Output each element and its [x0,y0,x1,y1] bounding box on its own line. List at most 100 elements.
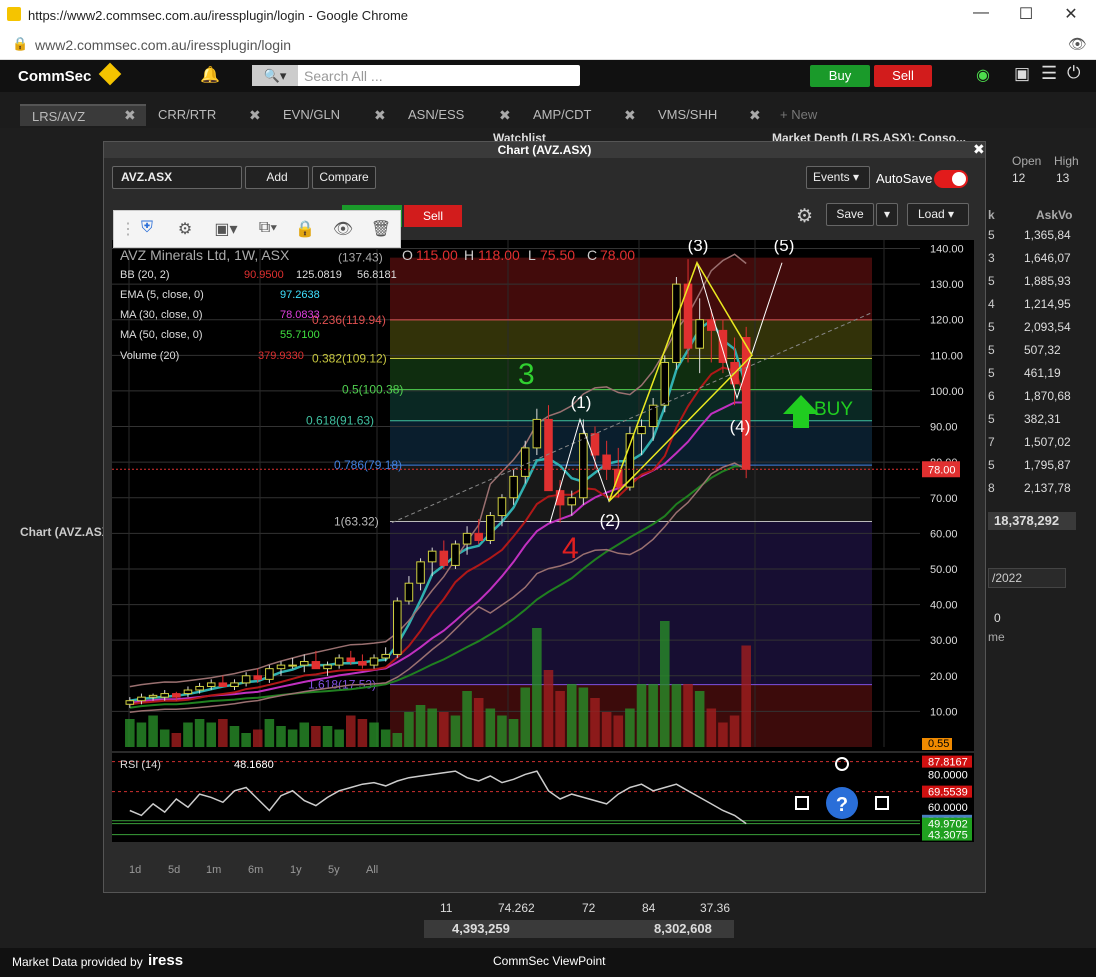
save-button[interactable]: Save [826,203,874,226]
candle-body [590,433,600,456]
volume-bar [613,715,624,747]
events-dropdown[interactable]: Events ▾ [806,166,870,189]
depth-count: 5 [988,320,995,334]
search-box[interactable]: 🔍▾ Search All ... [252,65,580,86]
close-tab-icon[interactable]: ✖ [624,104,636,126]
volume-bar [392,733,403,747]
eye-icon[interactable]: 👁 [1068,35,1087,53]
maximize-button[interactable]: ☐ [1011,4,1041,26]
autosave-label: AutoSave [876,171,933,186]
bell-icon[interactable]: 🔔 [200,65,220,85]
buy-label: BUY [814,399,853,420]
candle-body [369,657,379,666]
fib-label: 0.618(91.63) [306,414,374,428]
instrument-title: AVZ Minerals Ltd, 1W, ASX [120,247,290,263]
candle-body [195,685,204,691]
ohlc-c-value: 78.00 [600,247,636,263]
volume-bar [439,712,449,747]
candle-body [520,447,530,477]
candle-body [299,661,309,666]
candle-body [741,337,751,470]
minimize-button[interactable]: — [966,4,996,26]
y-tick-label: 110.00 [930,350,963,362]
fib-zone [390,358,872,390]
fib-label: (137.43) [338,251,383,265]
timeframe-1y[interactable]: 1y [290,864,302,876]
gear-icon[interactable]: ⚙ [174,219,196,239]
connection-icon[interactable]: ◉ [976,65,990,85]
copy-icon[interactable]: ⧉▾ [252,219,284,239]
wave-2-label: (2) [600,511,621,530]
visibility-eye-icon[interactable]: 👁 [332,219,354,239]
save-options-icon[interactable]: ▾ [876,203,898,226]
close-tab-icon[interactable]: ✖ [249,104,261,126]
volume-bar [148,715,158,747]
candle-body [230,682,239,687]
timeframe-5y[interactable]: 5y [328,864,340,876]
y-tick-label: 120.00 [930,315,964,327]
close-tab-icon[interactable]: ✖ [124,104,136,126]
settings-gear-icon[interactable]: ⚙ [796,205,813,228]
close-tab-icon[interactable]: ✖ [749,104,761,126]
candle-body [381,653,390,659]
layers-icon[interactable]: ▣▾ [210,219,242,239]
add-button[interactable]: Add [245,166,309,189]
chart-area[interactable]: 140.00 130.00 120.00 110.00 100.00 90.00 80.00… [112,240,974,842]
lock-drawing-icon[interactable]: 🔒 [294,219,316,239]
timeframe-all[interactable]: All [366,864,378,876]
tab-vms-shh[interactable]: VMS/SHH [658,104,717,126]
candle-body [509,475,518,499]
tab-amp-cdt[interactable]: AMP/CDT [533,104,592,126]
fib-label: 0.382(109.12) [312,351,387,365]
sell-button[interactable]: Sell [874,65,932,87]
trash-icon[interactable]: 🗑 [370,219,392,239]
chart-sell-button[interactable]: Sell [404,205,462,227]
close-tab-icon[interactable]: ✖ [374,104,386,126]
rsi-tag-value: 69.5539 [928,787,968,799]
drag-handle-icon[interactable]: ⋮ [120,219,136,239]
volume-bar [718,722,728,747]
candle-body [160,693,169,698]
add-icon[interactable]: ▣ [1014,64,1030,84]
timeframe-1d[interactable]: 1d [129,864,141,876]
volume-label: Volume (20) [120,350,180,362]
compare-button[interactable]: Compare [312,166,376,189]
candle-body [393,600,402,655]
chart-svg[interactable]: 140.00 130.00 120.00 110.00 100.00 90.00 80.00… [112,240,974,842]
close-window-button[interactable]: ✕ [1056,4,1086,26]
search-icon[interactable]: 🔍▾ [252,65,298,86]
menu-icon[interactable]: ☰ [1041,63,1057,84]
power-icon[interactable]: ⏻ [1067,63,1080,83]
volume-bar [264,719,275,747]
volume-bar [590,698,600,747]
depth-volume: 2,137,78 [1024,481,1071,495]
new-tab-button[interactable]: + New [780,104,817,126]
wave-4-point-label: (4) [730,417,751,436]
candle-body [416,561,425,584]
search-input[interactable]: Search All ... [304,68,383,84]
close-chart-icon[interactable]: ✖ [973,141,985,158]
tab-evn-gln[interactable]: EVN/GLN [283,104,340,126]
help-icon-glyph: ? [836,794,848,816]
date-select-value: /2022 [992,571,1023,585]
candle-body [253,675,263,680]
address-bar[interactable]: 🔒 www2.commsec.com.au/iressplugin/login … [0,31,1096,60]
load-dropdown[interactable]: Load ▾ [907,203,969,226]
tab-asn-ess[interactable]: ASN/ESS [408,104,464,126]
y-tick-label: 130.00 [930,279,964,291]
lock-icon: 🔒 [12,36,29,51]
autosave-toggle[interactable] [934,170,968,188]
tab-crr-rtr[interactable]: CRR/RTR [158,104,216,126]
url-text: www2.commsec.com.au/iressplugin/login [35,37,291,53]
candle-body [579,433,588,499]
buy-button[interactable]: Buy [810,65,870,87]
volume-bar [311,726,321,747]
timeframe-1m[interactable]: 1m [206,864,221,876]
symbol-input[interactable]: AVZ.ASX [112,166,242,189]
timeframe-5d[interactable]: 5d [168,864,180,876]
high-label: High [1054,154,1079,168]
timeframe-6m[interactable]: 6m [248,864,263,876]
fill-bucket-icon[interactable]: ⛨ [136,219,158,239]
close-tab-icon[interactable]: ✖ [499,104,511,126]
volume-bar [520,687,531,747]
